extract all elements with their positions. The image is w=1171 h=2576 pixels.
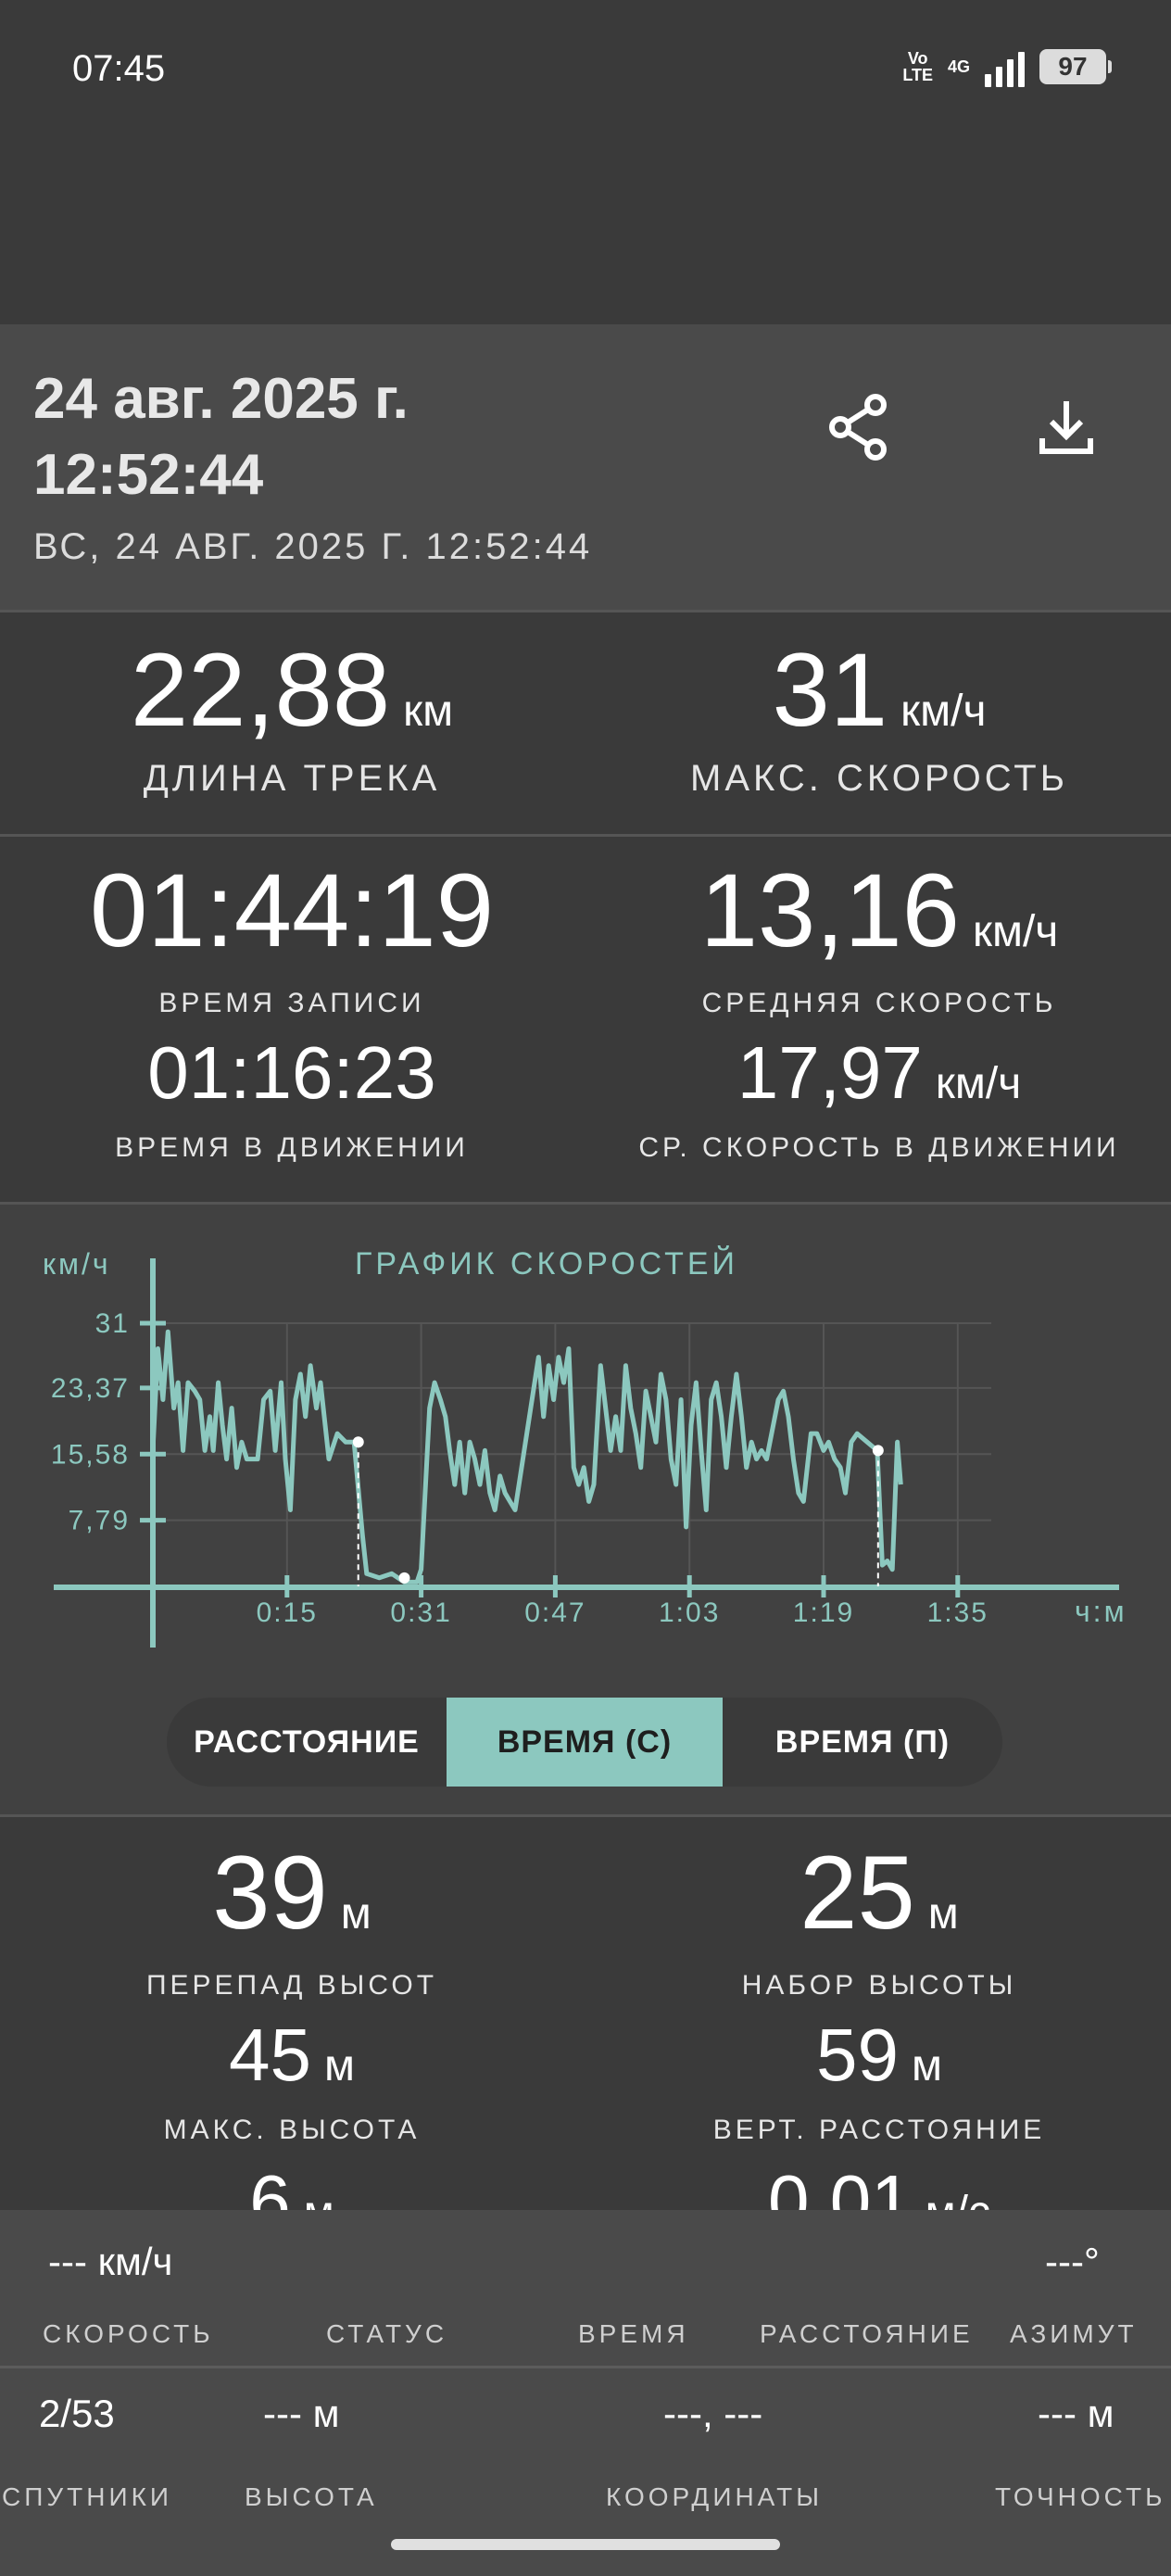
label-altitude: ВЫСОТА [245,2482,378,2511]
moving-time-stat: 01:16:23 [147,1031,436,1114]
track-title: 24 авг. 2025 г. 12:52:44 [33,367,409,507]
divider [0,2366,1171,2368]
label-speed: СКОРОСТЬ [43,2319,214,2348]
share-icon [829,394,887,461]
divider [0,1814,1171,1817]
marker-dot [872,1445,884,1457]
download-button[interactable] [1025,385,1108,469]
mode-time-p-button[interactable]: ВРЕМЯ (П) [723,1698,1002,1787]
marker-dot [398,1572,410,1584]
x-tick-label: 0:31 [390,1597,451,1628]
divider [0,834,1171,837]
live-gps-panel: --- км/ч ---° СКОРОСТЬ СТАТУС ВРЕМЯ РАСС… [0,2210,1171,2576]
label-status: СТАТУС [326,2319,448,2348]
y-tick-label: 23,37 [51,1373,130,1404]
volte-icon: Vo LTE [902,49,933,84]
chart-title: ГРАФИК СКОРОСТЕЙ [355,1246,738,1282]
max-speed-stat: 31 км/ч [772,632,987,748]
x-tick-label: 1:03 [659,1597,720,1628]
vertical-distance-label: ВЕРТ. РАССТОЯНИЕ [712,2115,1046,2145]
status-icons: Vo LTE 4G 97 [902,46,1112,87]
track-subtitle: ВС, 24 АВГ. 2025 Г. 12:52:44 [33,526,593,567]
elevation-gain-stat: 25 м [800,1835,959,1951]
accuracy-value: --- м [1038,2392,1114,2435]
chart-mode-selector[interactable]: РАССТОЯНИЕ ВРЕМЯ (С) ВРЕМЯ (П) [167,1698,1002,1787]
mode-distance-button[interactable]: РАССТОЯНИЕ [167,1698,447,1787]
mode-time-s-button[interactable]: ВРЕМЯ (С) [447,1698,723,1787]
record-time-label: ВРЕМЯ ЗАПИСИ [158,988,425,1018]
avg-speed-label: СРЕДНЯЯ СКОРОСТЬ [701,988,1057,1018]
marker-dot [352,1436,364,1448]
chart-axes [54,1258,1119,1648]
status-bar: 07:45 Vo LTE 4G 97 [0,0,1171,324]
label-time: ВРЕМЯ [578,2319,689,2348]
divider [0,610,1171,612]
record-time-stat: 01:44:19 [90,852,494,968]
download-icon [1039,401,1093,454]
track-header: 24 авг. 2025 г. 12:52:44 ВС, 24 АВГ. 202… [0,324,1171,610]
elevation-diff-stat: 39 м [212,1835,371,1951]
label-coordinates: КООРДИНАТЫ [606,2482,824,2511]
y-tick-label: 15,58 [51,1439,130,1470]
altitude-value: --- м [263,2392,340,2435]
clock: 07:45 [72,48,166,89]
label-accuracy: ТОЧНОСТЬ [995,2482,1166,2511]
live-azimuth-value: ---° [1045,2240,1100,2283]
chart-x-unit: ч:м [1075,1595,1127,1628]
chart-markers [352,1436,884,1586]
satellites-value: 2/53 [39,2392,115,2435]
elevation-diff-label: ПЕРЕПАД ВЫСОТ [145,1970,438,2001]
network-type: 4G [947,57,970,76]
coordinates-value: ---, --- [663,2392,763,2435]
elevation-gain-label: НАБОР ВЫСОТЫ [741,1970,1017,2001]
y-tick-labels: 31 23,37 15,58 7,79 [51,1308,130,1536]
avg-speed-stat: 13,16 км/ч [699,852,1059,968]
label-azimuth: АЗИМУТ [1010,2319,1138,2348]
max-speed-label: МАКС. СКОРОСТЬ [690,758,1068,799]
y-tick-label: 31 [95,1308,130,1339]
x-tick-labels: 0:15 0:31 0:47 1:03 1:19 1:35 [257,1597,988,1628]
distance-label: ДЛИНА ТРЕКА [143,758,441,799]
y-tick-label: 7,79 [69,1506,130,1536]
elevation-max-stat: 45 м [229,2014,355,2096]
vertical-distance-stat: 59 м [816,2014,942,2096]
signal-icon [985,46,1025,87]
avg-moving-speed-label: СР. СКОРОСТЬ В ДВИЖЕНИИ [638,1132,1120,1163]
label-satellites: СПУТНИКИ [2,2482,173,2511]
x-tick-label: 1:19 [793,1597,854,1628]
battery-icon: 97 [1039,49,1112,84]
x-tick-label: 0:15 [257,1597,318,1628]
avg-moving-speed-stat: 17,97 км/ч [737,1031,1022,1114]
moving-time-label: ВРЕМЯ В ДВИЖЕНИИ [115,1132,469,1163]
chart-y-unit: км/ч [43,1247,111,1281]
x-tick-label: 0:47 [524,1597,586,1628]
x-tick-label: 1:35 [927,1597,988,1628]
label-distance: РАССТОЯНИЕ [760,2319,974,2348]
live-speed-value: --- км/ч [48,2240,173,2283]
speed-chart[interactable]: 31 23,37 15,58 7,79 0:15 0:31 0:47 1:03 1:19 1:3… [0,1205,1171,1686]
gesture-nav-bar[interactable] [391,2539,780,2550]
share-button[interactable] [817,385,900,469]
distance-stat: 22,88 км [130,632,454,748]
elevation-max-label: МАКС. ВЫСОТА [163,2115,421,2145]
speed-series-line [150,1329,903,1585]
